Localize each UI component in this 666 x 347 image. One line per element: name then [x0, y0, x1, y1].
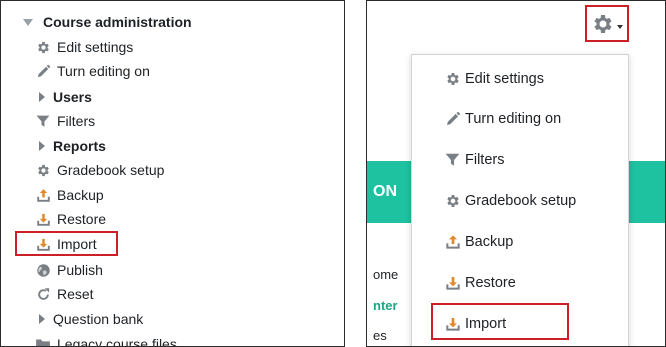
- globe-icon: [35, 262, 51, 278]
- backup-label: Backup: [57, 187, 104, 203]
- gear-icon: [35, 162, 51, 178]
- download-tray-icon: [444, 275, 461, 292]
- course-administration-panel: Course administration Edit settings Turn…: [0, 0, 345, 347]
- course-banner: ON: [367, 161, 411, 223]
- gear-icon: [35, 39, 51, 55]
- backup-link[interactable]: Backup: [35, 184, 104, 206]
- caret-right-icon: [39, 92, 45, 102]
- menu-item-label: Turn editing on: [465, 111, 562, 127]
- question-bank-node[interactable]: Question bank: [35, 308, 143, 330]
- gradebook-setup-label: Gradebook setup: [57, 162, 165, 178]
- download-tray-icon: [35, 211, 51, 227]
- publish-label: Publish: [57, 262, 103, 278]
- background-text: es: [373, 328, 387, 343]
- course-banner-edge: [629, 161, 665, 223]
- filter-icon: [444, 152, 461, 169]
- restore-label: Restore: [57, 211, 107, 227]
- gear-icon: [444, 193, 461, 210]
- background-link[interactable]: nter: [373, 298, 398, 313]
- gear-icon: [444, 71, 461, 88]
- reset-icon: [35, 286, 51, 302]
- reports-node[interactable]: Reports: [35, 135, 106, 157]
- chevron-down-icon: [617, 24, 623, 29]
- menu-item-backup[interactable]: Backup: [444, 231, 513, 253]
- restore-link[interactable]: Restore: [35, 208, 106, 230]
- course-banner-text: ON: [373, 183, 397, 200]
- actions-menu-panel: ON ome nter es Edit settings Turn editin…: [366, 0, 666, 347]
- question-bank-label: Question bank: [53, 311, 144, 327]
- legacy-course-files-link[interactable]: Legacy course files: [35, 333, 177, 347]
- reset-label: Reset: [57, 286, 94, 302]
- legacy-course-files-label: Legacy course files: [57, 336, 177, 347]
- course-administration-label: Course administration: [43, 14, 192, 30]
- turn-editing-on-label: Turn editing on: [57, 63, 150, 79]
- folder-icon: [35, 336, 51, 346]
- menu-item-gradebook-setup[interactable]: Gradebook setup: [444, 190, 576, 212]
- turn-editing-on-link[interactable]: Turn editing on: [35, 60, 150, 82]
- users-label: Users: [53, 89, 92, 105]
- filter-icon: [35, 113, 51, 129]
- users-node[interactable]: Users: [35, 86, 92, 108]
- actions-menu-toggle[interactable]: [585, 5, 629, 42]
- upload-tray-icon: [444, 234, 461, 251]
- reset-link[interactable]: Reset: [35, 283, 94, 305]
- pencil-icon: [444, 111, 461, 128]
- gear-icon: [591, 12, 615, 36]
- edit-settings-label: Edit settings: [57, 39, 134, 55]
- caret-down-icon: [23, 18, 33, 26]
- background-text: ome: [373, 267, 399, 282]
- menu-item-filters[interactable]: Filters: [444, 149, 504, 171]
- publish-link[interactable]: Publish: [35, 259, 103, 281]
- menu-item-turn-editing-on[interactable]: Turn editing on: [444, 108, 561, 130]
- gradebook-setup-link[interactable]: Gradebook setup: [35, 159, 164, 181]
- filters-link[interactable]: Filters: [35, 110, 95, 132]
- menu-item-edit-settings[interactable]: Edit settings: [444, 68, 544, 90]
- course-administration-header[interactable]: Course administration: [23, 11, 192, 33]
- pencil-icon: [35, 63, 51, 79]
- import-highlight-box: [431, 303, 569, 340]
- menu-item-label: Restore: [465, 275, 516, 291]
- import-highlight-box: [15, 231, 118, 256]
- menu-item-label: Edit settings: [465, 71, 544, 87]
- menu-item-restore[interactable]: Restore: [444, 272, 516, 294]
- caret-right-icon: [39, 314, 45, 324]
- menu-item-label: Gradebook setup: [465, 193, 577, 209]
- caret-right-icon: [39, 141, 45, 151]
- upload-tray-icon: [35, 187, 51, 203]
- filters-label: Filters: [57, 113, 96, 129]
- edit-settings-link[interactable]: Edit settings: [35, 36, 133, 58]
- menu-item-label: Filters: [465, 152, 505, 168]
- reports-label: Reports: [53, 138, 106, 154]
- menu-item-label: Backup: [465, 234, 514, 250]
